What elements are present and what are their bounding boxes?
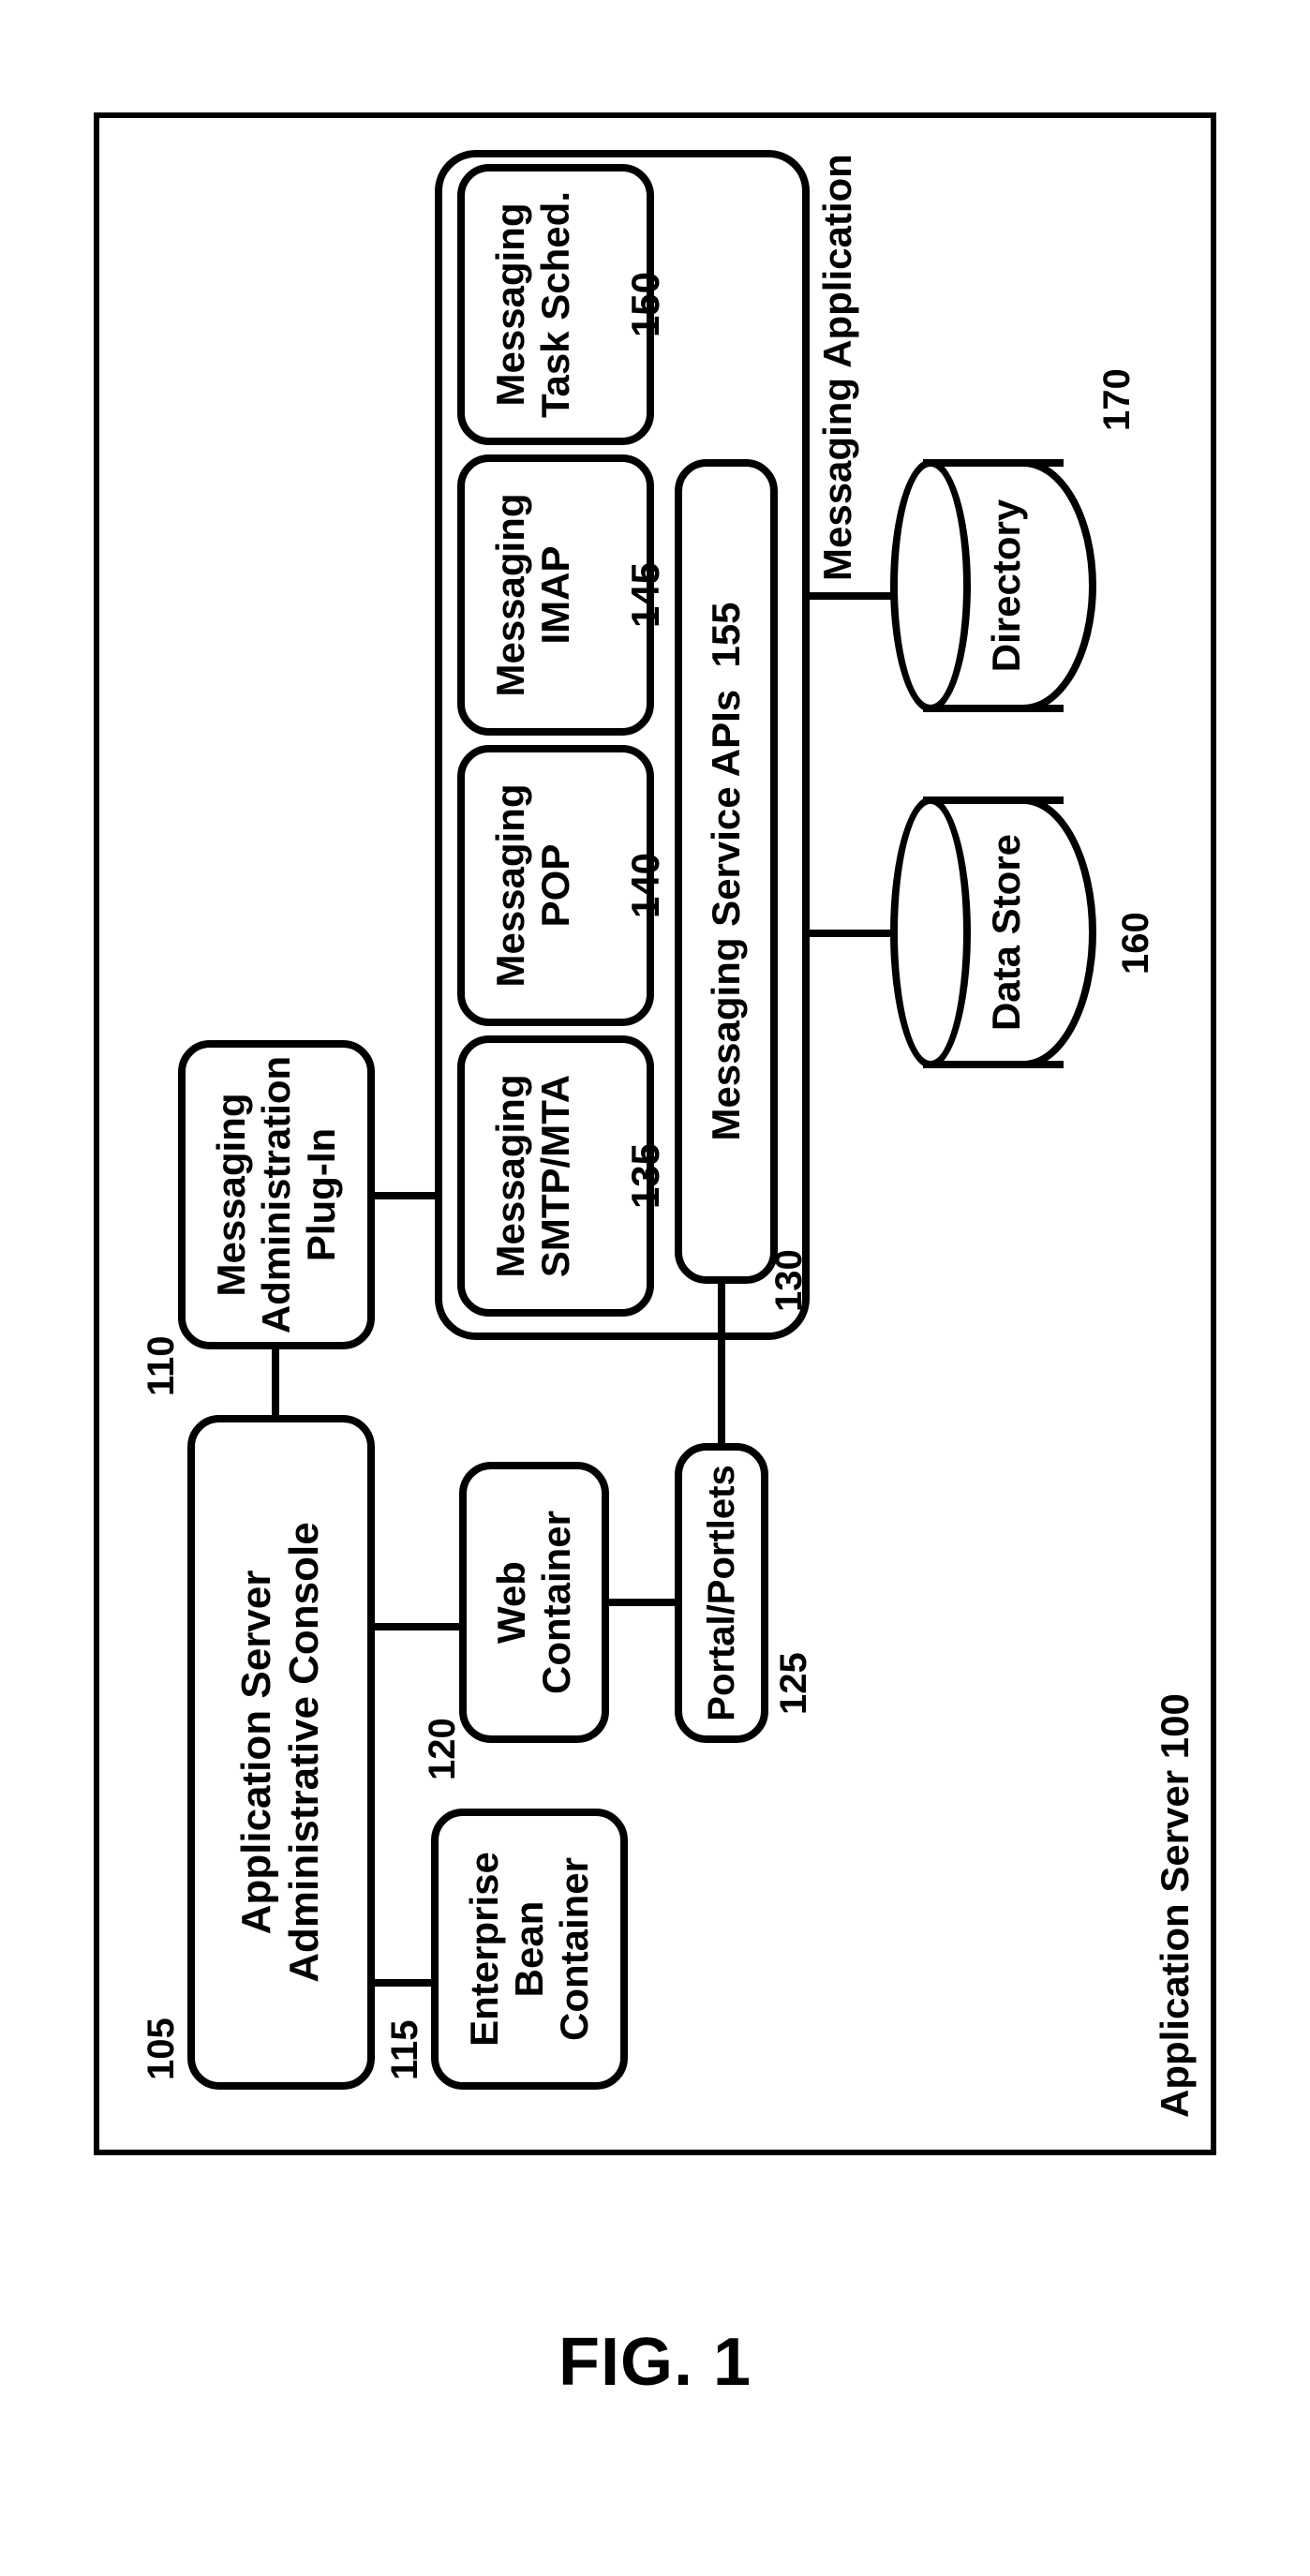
application-server-ref: 100 <box>1153 1693 1197 1759</box>
wire-web-portal <box>609 1599 675 1606</box>
imap-ref: 145 <box>623 562 667 628</box>
wire-plugin-msgapp <box>375 1192 440 1199</box>
figure-caption: FIG. 1 <box>0 2324 1310 2401</box>
portal-label: Portal/Portlets <box>700 1465 743 1720</box>
messaging-application-label: Messaging Application <box>815 154 860 581</box>
directory-label: Directory <box>984 459 1029 712</box>
web-container-label: Web Container <box>489 1511 580 1694</box>
ejb-container-label: Enterprise Bean Container <box>462 1852 598 2047</box>
imap-box: Messaging IMAP 145 <box>457 454 654 736</box>
ejb-container-box: Enterprise Bean Container <box>431 1809 628 2090</box>
smtp-ref: 135 <box>623 1143 667 1209</box>
datastore-cylinder: Data Store <box>890 797 1096 1068</box>
service-apis-ref: 155 <box>704 602 748 667</box>
smtp-label: Messaging SMTP/MTA <box>488 1074 579 1277</box>
service-apis-box: Messaging Service APIs 155 <box>675 459 778 1284</box>
admin-console-box: Application Server Administrative Consol… <box>187 1415 375 2090</box>
datastore-ref: 160 <box>1115 912 1157 975</box>
portal-box: Portal/Portlets <box>675 1443 768 1743</box>
wire-api-directory <box>810 592 894 600</box>
task-sched-box: Messaging Task Sched. 150 <box>457 164 654 445</box>
directory-ref: 170 <box>1096 368 1139 431</box>
web-container-box: Web Container <box>459 1462 609 1743</box>
wire-admin-web <box>375 1623 459 1630</box>
admin-console-label: Application Server Administrative Consol… <box>233 1522 328 1982</box>
web-container-ref: 120 <box>422 1718 464 1780</box>
smtp-box: Messaging SMTP/MTA 135 <box>457 1035 654 1317</box>
msg-admin-plugin-label: Messaging Administration Plug-In <box>209 1056 345 1333</box>
task-sched-ref: 150 <box>623 272 667 337</box>
wire-admin-plugin <box>272 1349 279 1415</box>
application-server-label: Application Server 100 <box>1153 1693 1198 2118</box>
wire-api-datastore <box>810 930 894 937</box>
pop-box: Messaging POP 140 <box>457 745 654 1026</box>
msg-admin-plugin-ref: 110 <box>141 1335 183 1396</box>
portal-ref: 125 <box>773 1652 815 1715</box>
task-sched-label: Messaging Task Sched. <box>488 191 579 418</box>
ejb-container-ref: 115 <box>384 2019 426 2080</box>
service-apis-label: Messaging Service APIs <box>704 690 748 1141</box>
pop-ref: 140 <box>623 853 667 918</box>
datastore-label: Data Store <box>984 797 1029 1068</box>
application-server-label-text: Application Server <box>1153 1770 1197 2118</box>
directory-cylinder: Directory <box>890 459 1096 712</box>
pop-label: Messaging POP <box>488 783 579 987</box>
imap-label: Messaging IMAP <box>488 493 579 696</box>
msg-admin-plugin-box: Messaging Administration Plug-In <box>178 1040 375 1349</box>
admin-console-ref: 105 <box>141 2018 183 2080</box>
wire-admin-ejb <box>375 1979 431 1987</box>
